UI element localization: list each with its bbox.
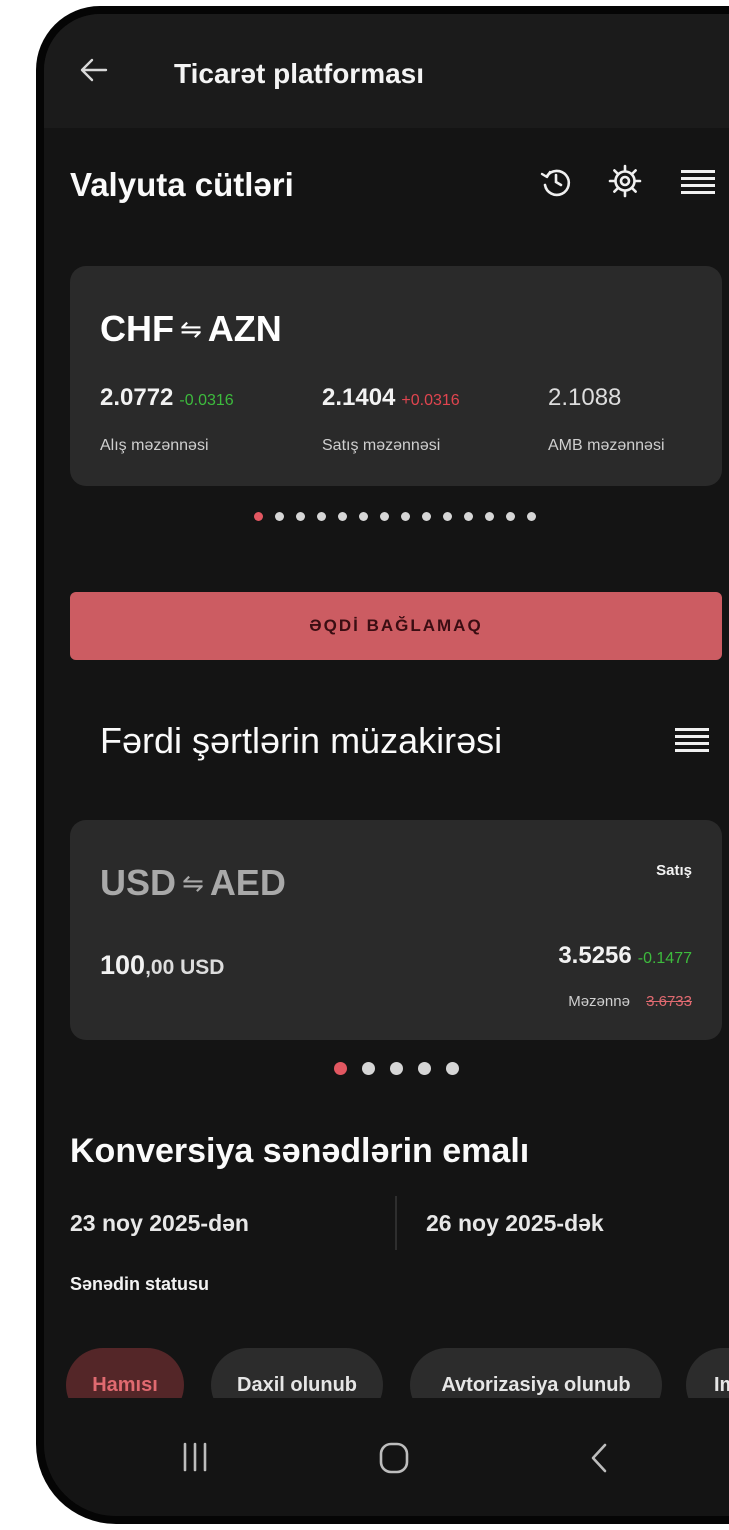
app-screen: Ticarət platforması Valyuta cütləri CHF … xyxy=(44,14,729,1516)
top-app-bar: Ticarət platforması xyxy=(44,14,729,128)
cb-rate-label: AMB məzənnəsi xyxy=(548,437,665,454)
pagination-dot[interactable] xyxy=(418,1062,431,1075)
pagination-dot[interactable] xyxy=(380,512,389,521)
pagination-dot[interactable] xyxy=(527,512,536,521)
recent-apps-icon[interactable] xyxy=(178,1440,212,1474)
pagination-dot[interactable] xyxy=(296,512,305,521)
negotiation-pagination[interactable] xyxy=(334,1062,459,1075)
pagination-dot[interactable] xyxy=(359,512,368,521)
currency-pairs-title: Valyuta cütləri xyxy=(70,166,294,203)
buy-rate-label: Alış məzənnəsi xyxy=(100,437,209,454)
close-deal-button[interactable]: ƏQDİ BAĞLAMAQ xyxy=(70,592,722,660)
sell-rate-label: Satış məzənnəsi xyxy=(322,437,441,454)
app-title: Ticarət platforması xyxy=(174,58,425,89)
negotiation-title: Fərdi şərtlərin müzakirəsi xyxy=(100,720,503,761)
date-to[interactable]: 26 noy 2025-dək xyxy=(426,1210,604,1237)
deal-amount-int: 100 xyxy=(100,950,146,980)
buy-rate-value: 2.0772 xyxy=(100,384,174,411)
buy-rate-change: -0.0316 xyxy=(179,392,234,409)
quote-currency: AED xyxy=(209,862,286,903)
pagination-dot[interactable] xyxy=(506,512,515,521)
deal-rate-value: 3.5256 xyxy=(558,942,632,969)
date-from[interactable]: 23 noy 2025-dən xyxy=(70,1210,249,1237)
deal-rate: 3.5256 -0.1477 xyxy=(558,942,692,970)
deal-rate-change: -0.1477 xyxy=(637,950,692,967)
negotiation-card[interactable]: USD ⇋ AED Satış 100,00 USD 3.5256 -0.1477… xyxy=(70,820,722,1040)
deal-amount-dec: ,00 USD xyxy=(145,956,225,979)
deal-side: Satış xyxy=(656,862,692,879)
pagination-dot[interactable] xyxy=(401,512,410,521)
deal-rate-label: Məzənnə xyxy=(568,993,630,1010)
gear-icon[interactable] xyxy=(606,162,644,200)
currency-pair-pagination[interactable] xyxy=(254,512,536,521)
pagination-dot[interactable] xyxy=(317,512,326,521)
pagination-dot[interactable] xyxy=(390,1062,403,1075)
sell-rate-value: 2.1404 xyxy=(322,384,396,411)
deal-amount: 100,00 USD xyxy=(100,950,224,981)
pagination-dot[interactable] xyxy=(485,512,494,521)
history-icon[interactable] xyxy=(538,164,574,200)
system-nav-bar xyxy=(44,1398,729,1516)
pagination-dot[interactable] xyxy=(275,512,284,521)
base-currency: CHF xyxy=(100,308,174,349)
list-icon[interactable] xyxy=(680,168,716,198)
pagination-dot[interactable] xyxy=(464,512,473,521)
sell-rate-change: +0.0316 xyxy=(401,392,460,409)
buy-rate: 2.0772 -0.0316 xyxy=(100,384,234,412)
home-icon[interactable] xyxy=(376,1440,412,1476)
old-rate: 3.6733 xyxy=(646,993,692,1010)
currency-pair-card[interactable]: CHF ⇋ AZN 2.0772 -0.0316 Alış məzənnəsi 2… xyxy=(70,266,722,486)
quote-currency: AZN xyxy=(207,308,282,349)
pagination-dot[interactable] xyxy=(362,1062,375,1075)
currency-pair: CHF ⇋ AZN xyxy=(100,308,282,350)
pagination-dot[interactable] xyxy=(254,512,263,521)
deal-rate-info: Məzənnə 3.6733 xyxy=(568,993,692,1010)
sell-rate: 2.1404 +0.0316 xyxy=(322,384,460,412)
date-divider xyxy=(395,1196,397,1250)
phone-frame: Ticarət platforması Valyuta cütləri CHF … xyxy=(36,6,729,1524)
swap-icon: ⇋ xyxy=(182,867,204,898)
base-currency: USD xyxy=(100,862,177,903)
arrow-left-icon[interactable] xyxy=(78,54,110,86)
chevron-left-icon[interactable] xyxy=(584,1440,614,1476)
list-icon[interactable] xyxy=(674,726,710,756)
pagination-dot[interactable] xyxy=(334,1062,347,1075)
conversion-title: Konversiya sənədlərin emalı xyxy=(70,1132,530,1170)
pagination-dot[interactable] xyxy=(338,512,347,521)
status-label: Sənədin statusu xyxy=(70,1274,210,1294)
swap-icon: ⇋ xyxy=(180,313,202,344)
pagination-dot[interactable] xyxy=(446,1062,459,1075)
pagination-dot[interactable] xyxy=(422,512,431,521)
pagination-dot[interactable] xyxy=(443,512,452,521)
cb-rate: 2.1088 xyxy=(548,384,622,411)
currency-pair: USD ⇋ AED xyxy=(100,862,286,904)
